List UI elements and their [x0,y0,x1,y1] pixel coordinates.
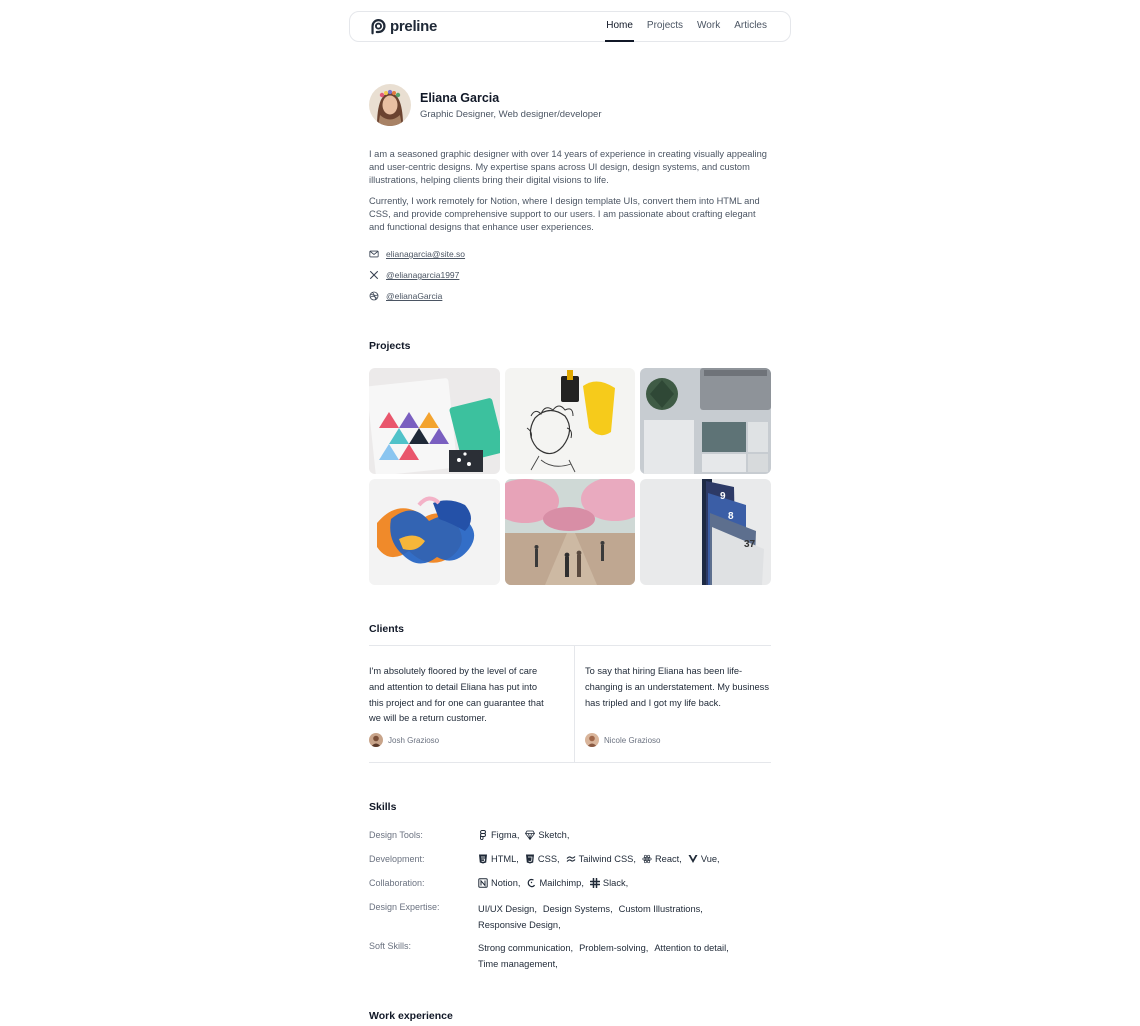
figma-icon [480,830,486,840]
testimonial-author: Nicole Grazioso [585,733,660,747]
skill-values: HTML, CSS, Tailwind CSS, React, Vue, [478,851,773,867]
skill-soft: Problem-solving, [579,943,649,953]
email-link[interactable]: elianagarcia@site.so [386,249,465,259]
skill-text: Tailwind CSS, [578,854,636,864]
site-header: preline Home Projects Work Articles [349,11,791,42]
bio-paragraph: Currently, I work remotely for Notion, w… [369,196,760,233]
skill-tailwind: Tailwind CSS, [566,851,636,867]
x-twitter-icon [369,270,379,280]
projects-grid: 9 8 37 [369,368,771,585]
author-name: Nicole Grazioso [604,735,661,745]
ink-bottles-sketch-image[interactable] [505,368,635,474]
skill-label: Soft Skills: [369,941,412,951]
clients-testimonials: I'm absolutely floored by the level of c… [369,645,771,763]
skill-expertise: Responsive Design, [478,920,561,930]
skill-text: React, [654,854,682,864]
skill-figma: Figma, [478,827,519,843]
skill-soft: Attention to detail, [654,943,729,953]
work-experience-heading: Work experience [369,1010,453,1022]
skill-mailchimp: Mailchimp, [526,875,584,891]
sketch-icon [525,830,536,840]
skill-html: HTML, [478,851,519,867]
svg-text:9: 9 [720,491,726,502]
profile-name: Eliana Garcia [420,91,500,105]
nav-articles[interactable]: Articles [733,12,768,41]
testimonial-author: Josh Grazioso [369,733,439,747]
html5-icon [479,854,487,864]
author-avatar [369,733,383,747]
notion-icon [478,878,488,888]
x-link[interactable]: @elianagarcia1997 [386,270,459,280]
nav-home[interactable]: Home [605,12,634,42]
svg-text:8: 8 [728,511,734,522]
skills-heading: Skills [369,801,397,813]
dribbble-icon [369,291,379,301]
nav-projects[interactable]: Projects [646,12,684,41]
contact-x: @elianagarcia1997 [369,270,459,280]
react-icon [642,854,652,864]
skill-text: Mailchimp, [539,878,584,888]
brand-name: preline [390,18,438,35]
mail-icon [369,250,379,258]
skill-values: Notion, Mailchimp, Slack, [478,875,773,891]
bio-paragraph: I am a seasoned graphic designer with ov… [369,149,767,186]
stationery-laptop-image[interactable] [640,368,771,474]
tailwind-icon [566,856,576,862]
cherry-blossom-park-image[interactable] [505,479,635,585]
slack-icon [589,878,600,888]
author-avatar [585,733,599,747]
svg-text:37: 37 [744,539,756,550]
skill-values: Strong communication, Problem-solving, A… [478,940,773,972]
skill-text: Sketch, [538,830,570,840]
skill-vue: Vue, [688,851,720,867]
skill-expertise: Design Systems, [542,904,613,914]
skill-react: React, [642,851,682,867]
skill-values: UI/UX Design, Design Systems, Custom Ill… [478,901,773,933]
numbered-cards-image[interactable]: 9 8 37 [640,479,771,585]
author-name: Josh Grazioso [388,735,440,745]
geometric-cards-image[interactable] [369,368,500,474]
skill-expertise: Custom Illustrations, [618,904,703,914]
skill-text: Slack, [602,878,629,888]
profile-role: Graphic Designer, Web designer/developer [420,109,602,120]
vue-icon [688,854,698,863]
skill-label: Development: [369,854,425,864]
skill-text: CSS, [537,854,560,864]
contact-email: elianagarcia@site.so [369,249,465,259]
skill-label: Design Tools: [369,830,423,840]
paint-strokes-image[interactable] [369,479,500,585]
nav-work[interactable]: Work [696,12,721,41]
css3-icon [525,854,534,864]
testimonial-divider [574,646,575,762]
testimonial-quote: I'm absolutely floored by the level of c… [369,666,544,724]
skill-label: Collaboration: [369,878,425,888]
profile-avatar [369,84,411,126]
mailchimp-icon [528,878,536,888]
brand-logo[interactable]: preline [370,18,437,35]
skill-soft: Strong communication, [478,943,574,953]
projects-heading: Projects [369,340,411,352]
skill-notion: Notion, [478,875,520,891]
skill-slack: Slack, [589,875,629,891]
skill-sketch: Sketch, [525,827,569,843]
skill-text: Vue, [700,854,720,864]
clients-heading: Clients [369,623,405,635]
skill-soft: Time management, [478,959,558,969]
skill-expertise: UI/UX Design, [478,904,537,914]
skill-text: HTML, [491,854,519,864]
skill-label: Design Expertise: [369,902,440,912]
skill-text: Notion, [491,878,521,888]
dribbble-link[interactable]: @elianaGarcia [386,291,442,301]
main-nav: Home Projects Work Articles [605,12,768,42]
preline-logo-icon [371,19,386,35]
skill-css: CSS, [525,851,560,867]
skill-values: Figma, Sketch, [478,827,773,843]
skill-text: Figma, [491,830,520,840]
testimonial-quote: To say that hiring Eliana has been life-… [585,666,769,708]
contact-dribbble: @elianaGarcia [369,291,442,301]
